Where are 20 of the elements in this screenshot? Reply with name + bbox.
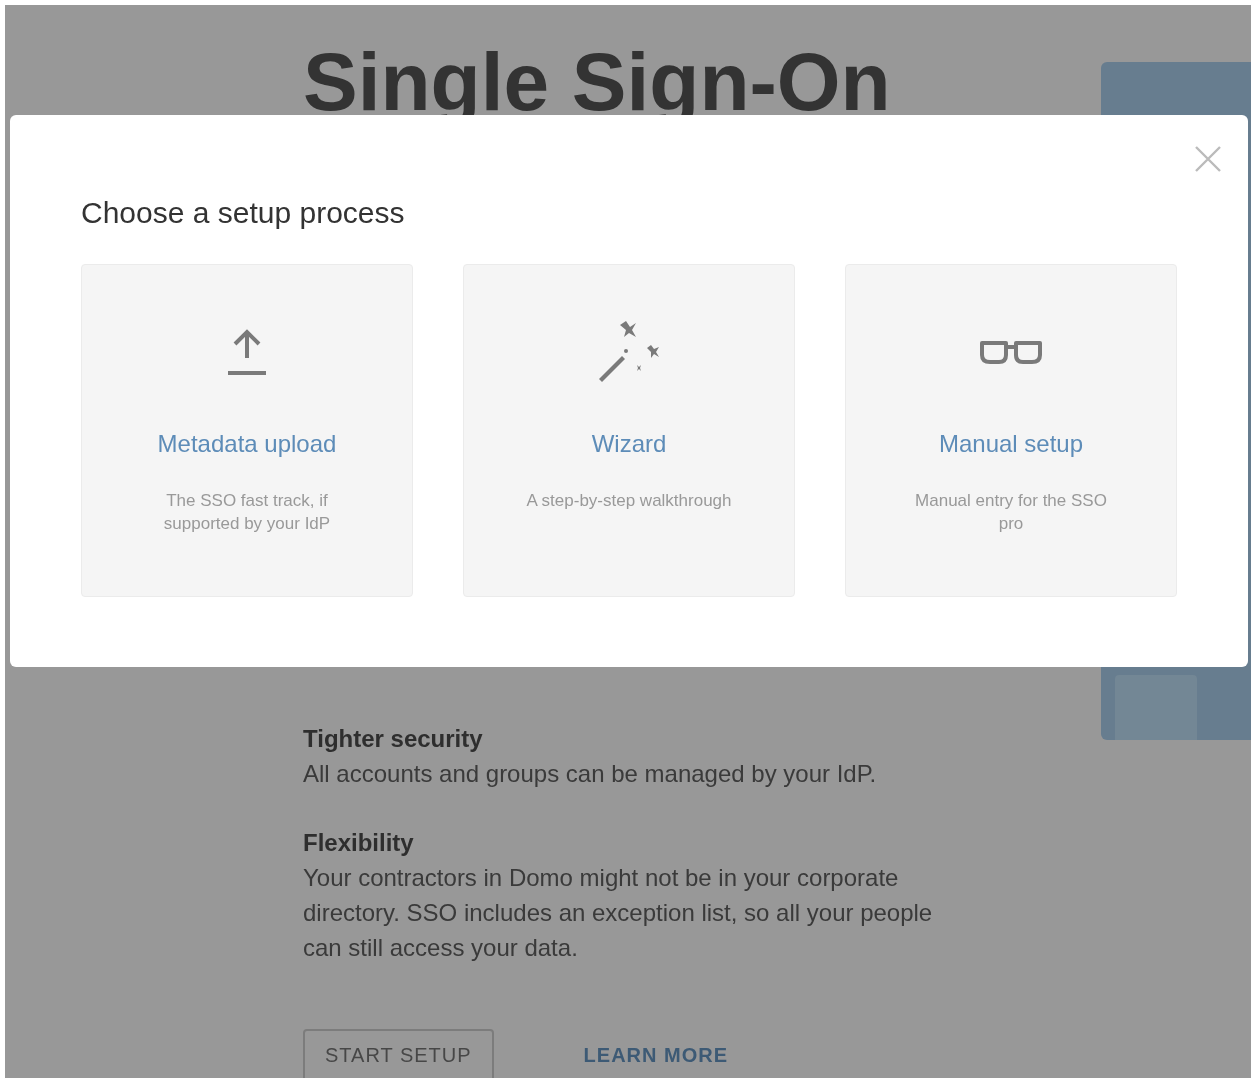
option-description: The SSO fast track, if supported by your IdP bbox=[162, 490, 332, 535]
upload-icon bbox=[227, 328, 267, 376]
option-card[interactable]: Wizard A step-by-step walkthrough bbox=[463, 264, 795, 597]
feature-title: Flexibility bbox=[303, 828, 415, 859]
option-card[interactable]: Manual setup Manual entry for the SSO pro bbox=[845, 264, 1177, 597]
option-title: Manual setup bbox=[938, 429, 1084, 459]
start-setup-button[interactable]: START SETUP bbox=[303, 1029, 494, 1078]
option-title: Metadata upload bbox=[157, 429, 337, 459]
option-title: Wizard bbox=[591, 429, 667, 459]
option-card[interactable]: Metadata upload The SSO fast track, if supported by your IdP bbox=[81, 264, 413, 597]
page-heading: Single Sign-On bbox=[303, 37, 892, 128]
glasses-icon bbox=[979, 339, 1043, 365]
option-description: Manual entry for the SSO pro bbox=[914, 490, 1108, 535]
option-description: A step-by-step walkthrough bbox=[525, 490, 733, 512]
feature-text: All accounts and groups can be managed by your IdP. bbox=[303, 759, 878, 790]
feature-title: Tighter security bbox=[303, 724, 484, 755]
feature-text: Your contractors in Domo might not be in your corporate directory. SSO includes an exception list, so all your people can still access your data. bbox=[303, 863, 934, 964]
dialog-title: Choose a setup process bbox=[81, 195, 406, 231]
close-icon[interactable] bbox=[1195, 146, 1221, 172]
learn-more-link[interactable]: LEARN MORE bbox=[583, 1044, 729, 1068]
